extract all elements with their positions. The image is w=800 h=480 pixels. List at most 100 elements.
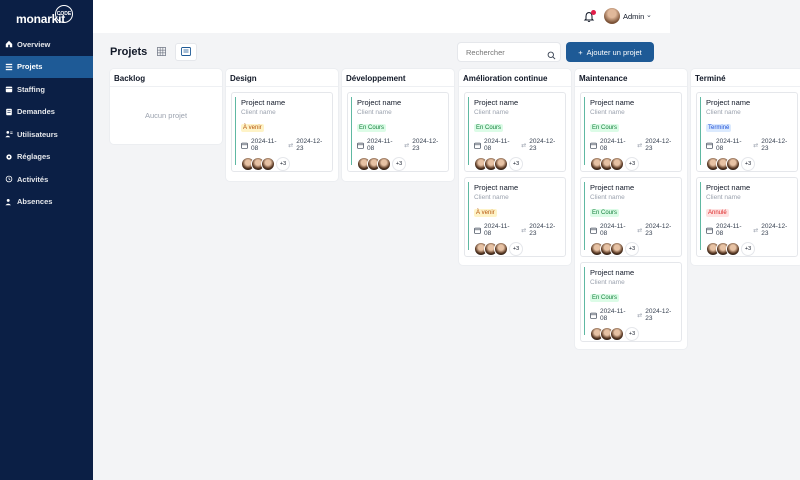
add-project-button[interactable]: + Ajouter un projet [566,42,654,62]
avatar [610,327,624,341]
sidebar: monarkit CODE Overview Projets Staffing … [0,0,93,480]
team-avatars: +3 [590,157,677,171]
calendar-icon [474,142,481,149]
project-card[interactable]: Project name Client name En Cours 2024-11-0… [580,262,682,342]
project-name: Project name [706,98,751,107]
sidebar-item-label: Overview [17,39,51,49]
project-card[interactable]: Project name Client name En Cours 2024-11-0… [464,92,566,172]
sidebar-item-reglages[interactable]: Réglages [0,146,93,169]
more-members-count[interactable]: +3 [276,157,290,171]
avatar[interactable] [604,8,620,24]
start-date: 2024-11-08 [716,138,742,152]
end-date: 2024-12-23 [529,223,556,237]
calendar-icon [5,85,13,93]
start-date: 2024-11-08 [251,138,277,152]
end-date: 2024-12-23 [296,138,323,152]
sidebar-item-utilisateurs[interactable]: Utilisateurs [0,123,93,146]
arrows-icon: ⇄ [521,142,527,149]
calendar-icon [706,227,713,234]
card-accent-bar [235,97,237,165]
end-date: 2024-12-23 [645,138,672,152]
card-accent-bar [584,97,586,165]
card-accent-bar [468,182,470,250]
sidebar-item-projets[interactable]: Projets [0,55,93,78]
sidebar-item-label: Projets [17,62,43,72]
board-column: Maintenance Project name Client name En Cou… [575,69,687,349]
avatar [494,157,508,171]
chevron-down-icon[interactable]: ⌄ [646,11,652,19]
project-name: Project name [590,268,635,277]
status-badge: En Cours [590,124,620,132]
project-card[interactable]: Project name Client name En Cours 2024-11-0… [580,177,682,257]
start-date: 2024-11-08 [367,138,393,152]
absence-icon [5,198,13,206]
end-date: 2024-12-23 [412,138,439,152]
kanban-view-button[interactable] [175,43,197,61]
team-avatars: +3 [706,242,793,256]
arrows-icon: ⇄ [404,142,410,149]
end-date: 2024-12-23 [761,223,788,237]
grid-view-button[interactable] [150,43,172,61]
more-members-count[interactable]: +3 [392,157,406,171]
sidebar-item-demandes[interactable]: Demandes [0,101,93,124]
team-avatars: +3 [706,157,793,171]
board-icon [181,43,191,61]
sidebar-item-staffing[interactable]: Staffing [0,78,93,101]
search-input[interactable] [457,42,561,62]
client-name: Client name [241,109,276,116]
users-icon [5,130,13,138]
page-title: Projets [110,46,148,58]
notification-dot [591,10,596,15]
sidebar-item-absences[interactable]: Absences [0,191,93,214]
avatar [610,157,624,171]
more-members-count[interactable]: +3 [741,157,755,171]
date-range: 2024-11-08 ⇄ 2024-12-23 [241,138,328,152]
calendar-icon [357,142,364,149]
more-members-count[interactable]: +3 [509,157,523,171]
project-card[interactable]: Project name Client name Terminé 2024-11-08… [696,92,798,172]
project-card[interactable]: Project name Client name Annulé 2024-11-08 ⇄… [696,177,798,257]
add-project-label: Ajouter un projet [586,47,642,57]
start-date: 2024-11-08 [600,308,626,322]
project-card[interactable]: Project name Client name En Cours 2024-11-0… [580,92,682,172]
card-accent-bar [584,267,586,335]
date-range: 2024-11-08 ⇄ 2024-12-23 [474,223,561,237]
team-avatars: +3 [474,242,561,256]
status-badge: En Cours [590,294,620,302]
history-icon [5,175,13,183]
avatar [726,242,740,256]
project-card[interactable]: Project name Client name En Cours 2024-11-0… [347,92,449,172]
column-title: Maintenance [575,69,687,87]
more-members-count[interactable]: +3 [509,242,523,256]
sidebar-item-overview[interactable]: Overview [0,33,93,56]
team-avatars: +3 [474,157,561,171]
calendar-icon [241,142,248,149]
card-accent-bar [700,182,702,250]
arrows-icon: ⇄ [637,227,643,234]
more-members-count[interactable]: +3 [625,327,639,341]
client-name: Client name [357,109,392,116]
more-members-count[interactable]: +3 [741,242,755,256]
more-members-count[interactable]: +3 [625,157,639,171]
project-card[interactable]: Project name Client name À venir 2024-11-08… [464,177,566,257]
board-column: Développement Project name Client name En C… [342,69,454,181]
team-avatars: +3 [357,157,444,171]
status-badge: Annulé [706,209,729,217]
status-badge: En Cours [474,124,504,132]
user-name[interactable]: Admin [623,12,644,21]
calendar-icon [590,227,597,234]
end-date: 2024-12-23 [645,308,672,322]
date-range: 2024-11-08 ⇄ 2024-12-23 [590,138,677,152]
logo-badge: CODE [55,5,73,23]
card-accent-bar [700,97,702,165]
project-name: Project name [474,183,519,192]
inbox-icon [5,108,13,116]
sidebar-item-activites[interactable]: Activités [0,168,93,191]
client-name: Client name [590,279,625,286]
avatar [726,157,740,171]
avatar [610,242,624,256]
project-card[interactable]: Project name Client name À venir 2024-11-08… [231,92,333,172]
more-members-count[interactable]: +3 [625,242,639,256]
home-icon [5,40,13,48]
client-name: Client name [706,109,741,116]
